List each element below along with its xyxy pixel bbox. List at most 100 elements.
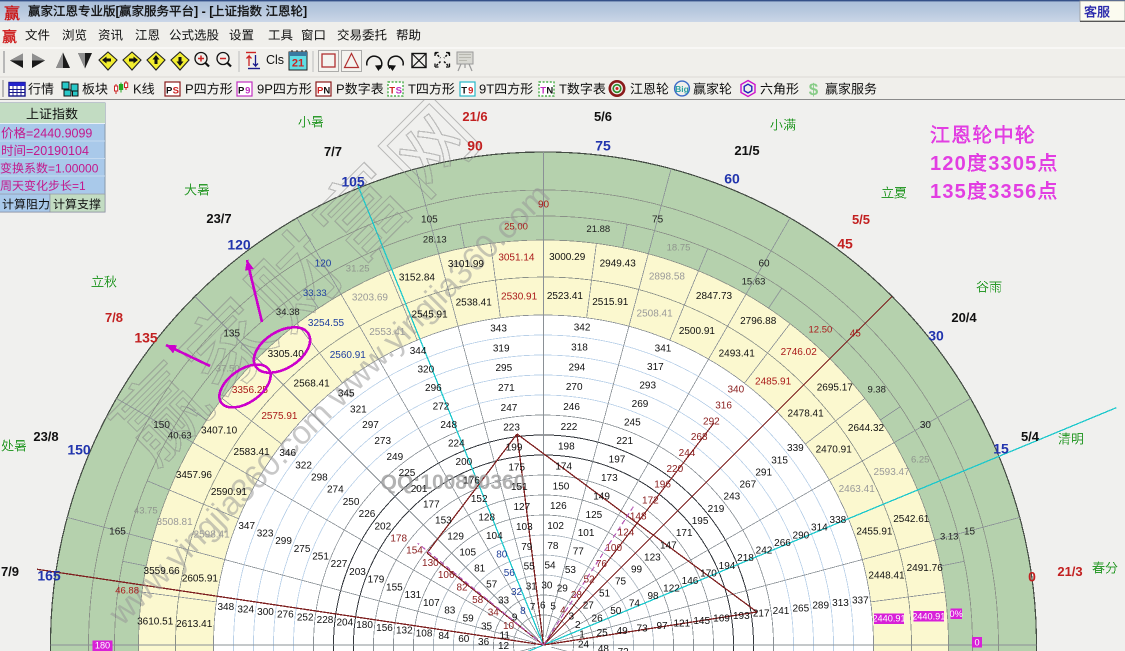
svg-text:2644.32: 2644.32 [848, 423, 885, 434]
svg-text:250: 250 [343, 497, 360, 508]
svg-text:272: 272 [433, 401, 450, 412]
svg-text:2542.61: 2542.61 [893, 514, 930, 525]
svg-text:202: 202 [374, 521, 391, 532]
svg-text:244: 244 [679, 448, 696, 459]
svg-text:156: 156 [376, 623, 393, 634]
svg-text:30: 30 [541, 581, 553, 592]
svg-text:219: 219 [708, 504, 725, 515]
svg-text:275: 275 [294, 544, 311, 555]
svg-text:77: 77 [573, 547, 585, 558]
svg-text:315: 315 [771, 455, 788, 466]
svg-text:K: K [133, 82, 142, 97]
svg-text:5/6: 5/6 [594, 109, 612, 124]
svg-text:60: 60 [458, 634, 470, 645]
svg-text:152: 152 [471, 494, 488, 505]
svg-text:176: 176 [463, 475, 480, 486]
svg-text:165: 165 [37, 568, 61, 584]
svg-text:34.38: 34.38 [276, 307, 300, 318]
svg-text:296: 296 [425, 383, 442, 394]
svg-text:82: 82 [456, 583, 468, 594]
svg-text:322: 322 [295, 460, 312, 471]
svg-text:145: 145 [693, 616, 710, 627]
svg-text:P: P [238, 86, 245, 97]
svg-text:29: 29 [557, 583, 569, 594]
svg-text:2695.17: 2695.17 [817, 383, 854, 394]
svg-text:9P: 9P [257, 82, 273, 97]
svg-text:129: 129 [447, 532, 464, 543]
svg-text:2448.41: 2448.41 [868, 571, 905, 582]
svg-text:337: 337 [852, 596, 869, 607]
svg-text:12: 12 [498, 641, 510, 651]
svg-text:T: T [559, 82, 567, 97]
svg-text:74: 74 [629, 599, 641, 610]
svg-text:298: 298 [311, 473, 328, 484]
svg-text:339: 339 [787, 443, 804, 454]
svg-text:2593.47: 2593.47 [874, 467, 911, 478]
svg-text:155: 155 [386, 582, 403, 593]
svg-text:150: 150 [153, 420, 170, 431]
svg-text:80: 80 [496, 550, 508, 561]
svg-text:169: 169 [713, 614, 730, 625]
svg-text:5: 5 [550, 602, 556, 613]
svg-text:28: 28 [571, 590, 583, 601]
svg-text:199: 199 [506, 443, 523, 454]
svg-text:124: 124 [618, 527, 635, 538]
svg-text:25.00: 25.00 [504, 221, 528, 232]
svg-text:226: 226 [359, 509, 376, 520]
svg-text:345: 345 [338, 389, 355, 400]
svg-text:242: 242 [756, 546, 773, 557]
svg-text:11: 11 [500, 631, 511, 642]
svg-text:131: 131 [405, 590, 422, 601]
svg-text:347: 347 [238, 521, 255, 532]
svg-text:154: 154 [406, 546, 423, 557]
svg-text:344: 344 [410, 346, 427, 357]
svg-text:342: 342 [574, 323, 591, 334]
svg-text:178: 178 [390, 534, 407, 545]
svg-text:31.25: 31.25 [346, 264, 370, 275]
svg-text:132: 132 [396, 626, 413, 637]
svg-text:60: 60 [758, 259, 770, 270]
svg-text:2440.91: 2440.91 [912, 611, 945, 621]
svg-text:316: 316 [715, 401, 732, 412]
svg-text:2455.91: 2455.91 [856, 527, 893, 538]
svg-text:101: 101 [578, 528, 595, 539]
svg-text:249: 249 [386, 452, 403, 463]
svg-text:0%: 0% [950, 609, 963, 619]
svg-text:20/4: 20/4 [951, 310, 977, 325]
svg-text:45: 45 [850, 329, 862, 340]
svg-text:2545.91: 2545.91 [412, 310, 449, 321]
svg-text:97: 97 [656, 621, 668, 632]
svg-text:148: 148 [630, 511, 647, 522]
svg-text:=1.00000: =1.00000 [48, 162, 99, 176]
svg-text:9T: 9T [479, 82, 494, 97]
svg-text:T: T [461, 86, 467, 97]
svg-text:201: 201 [411, 484, 428, 495]
svg-text:3559.66: 3559.66 [144, 566, 181, 577]
svg-text:21.88: 21.88 [586, 224, 610, 235]
svg-text:2478.41: 2478.41 [788, 409, 825, 420]
svg-text:4: 4 [560, 605, 566, 616]
svg-text:58: 58 [472, 595, 484, 606]
svg-text:222: 222 [561, 422, 578, 433]
svg-text:220: 220 [666, 464, 683, 475]
svg-text:135: 135 [134, 330, 158, 346]
svg-text:2746.02: 2746.02 [781, 347, 818, 358]
svg-text:317: 317 [647, 362, 664, 373]
svg-text:9: 9 [468, 86, 473, 97]
svg-text:2538.41: 2538.41 [456, 297, 493, 308]
svg-text:26: 26 [592, 613, 604, 624]
svg-text:246: 246 [563, 402, 580, 413]
svg-text:251: 251 [312, 552, 329, 563]
svg-text:8: 8 [520, 606, 526, 617]
svg-text:43.75: 43.75 [134, 505, 158, 516]
svg-text:31: 31 [526, 582, 538, 593]
svg-text:46.88: 46.88 [115, 586, 139, 597]
svg-text:52: 52 [583, 575, 595, 586]
svg-text:324: 324 [237, 604, 254, 615]
svg-text:103: 103 [516, 522, 533, 533]
svg-text:100: 100 [605, 543, 622, 554]
svg-text:54: 54 [544, 561, 556, 572]
svg-text:15: 15 [993, 441, 1009, 457]
svg-text:147: 147 [660, 540, 677, 551]
svg-text:241: 241 [773, 606, 790, 617]
